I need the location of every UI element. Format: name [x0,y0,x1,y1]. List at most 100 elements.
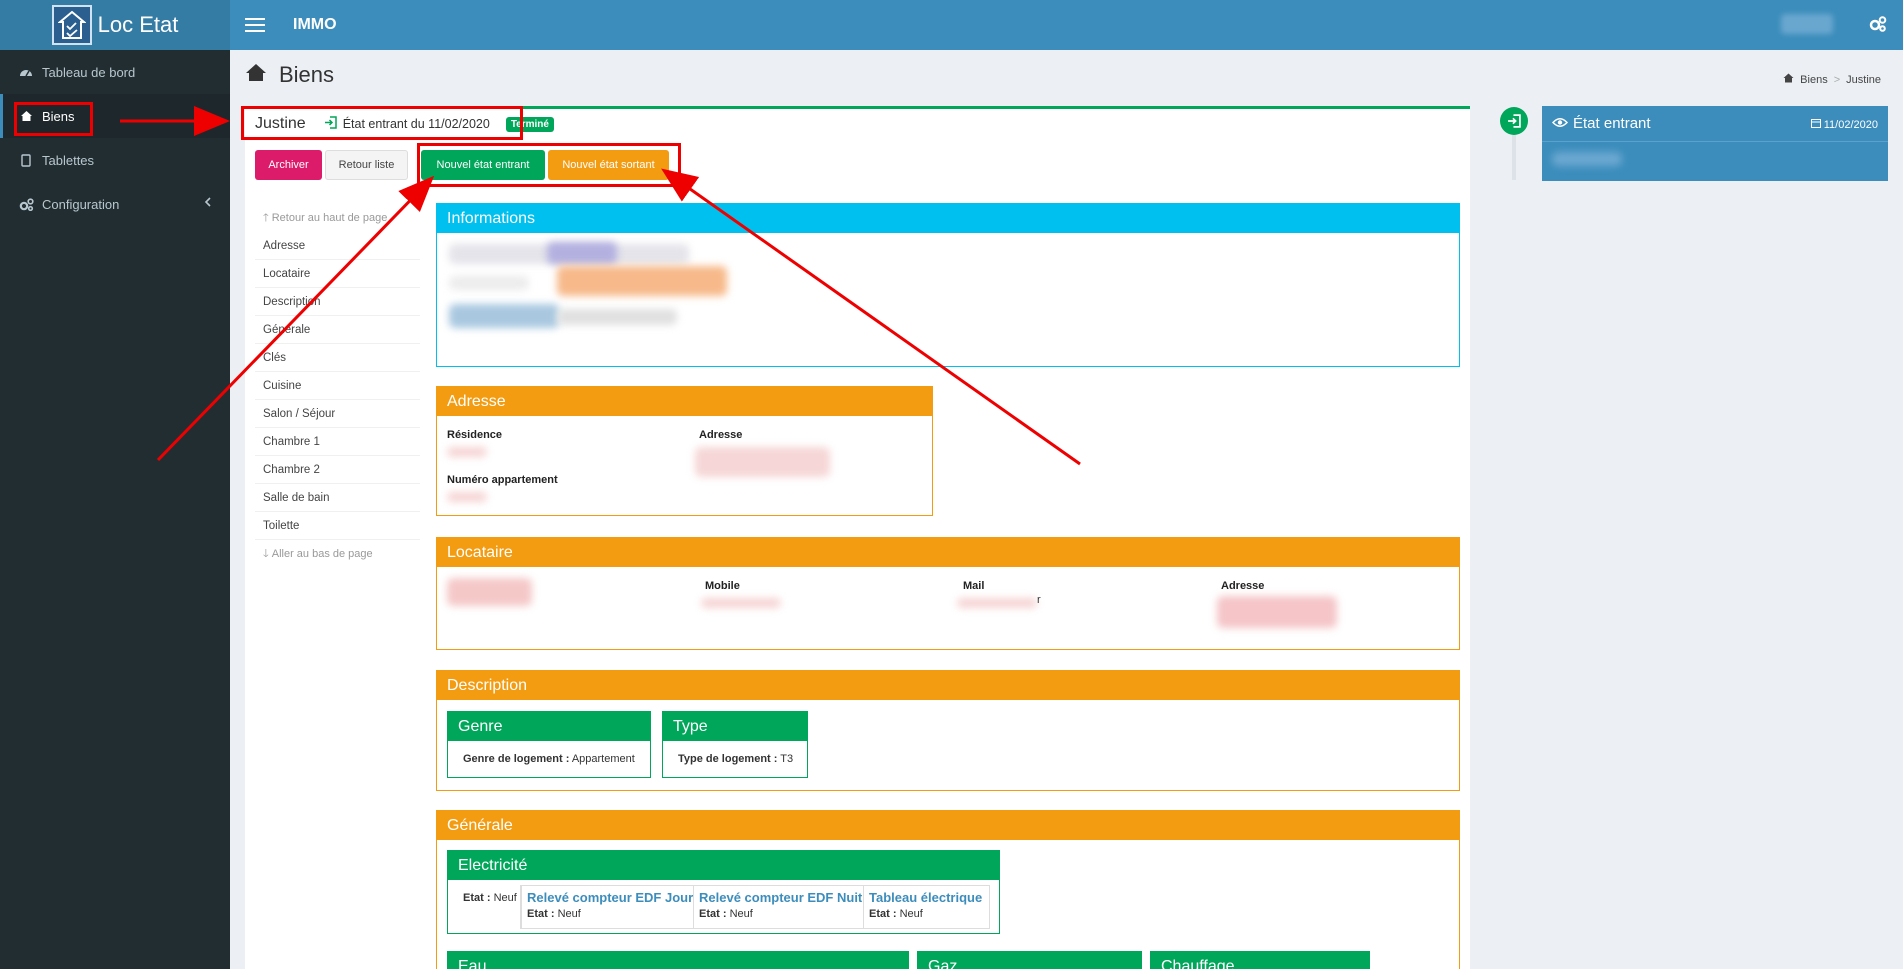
sidebar-item-biens[interactable]: Biens [0,94,230,138]
redacted-value [695,447,830,477]
etat-label: Etat : [463,892,491,904]
section-nav-item[interactable]: Clés [255,344,420,372]
etat-label: État entrant du 11/02/2020 [342,117,490,131]
redacted-text [557,309,677,325]
section-nav: 🡑 Retour au haut de page Adresse Locatai… [255,204,420,568]
sidebar-item-label: Tableau de bord [42,64,136,80]
numero-appartement-label: Numéro appartement [447,474,558,486]
type-value: T3 [780,753,794,765]
home-icon [18,108,34,124]
bien-detail-panel: Justine État entrant du 11/02/2020 Termi… [245,106,1470,969]
eau-title: Eau [448,952,908,969]
sidebar-item-label: Configuration [42,196,120,212]
redacted-badge [557,266,727,296]
mail-suffix: r [1037,594,1041,606]
section-nav-item[interactable]: Cuisine [255,372,420,400]
arrow-up-icon: 🡑 [263,211,269,224]
redacted-value [1217,596,1337,628]
sidebar-toggle-icon[interactable] [245,18,265,32]
mail-label: Mail [963,580,985,592]
genre-title: Genre [448,712,650,741]
type-label: Type de logement : [678,753,778,765]
logo-bar[interactable]: Loc Etat [0,0,230,50]
etat-value: Neuf [493,892,517,904]
generale-box: Générale Electricité Etat : Neuf Relevé … [436,810,1460,969]
releve-jour-etat: Etat : Neuf [527,908,581,920]
electricite-title: Electricité [448,851,999,880]
sign-in-icon [1500,107,1528,135]
cogs-icon[interactable] [1869,16,1887,35]
etat-value: Neuf [557,908,581,920]
section-nav-item[interactable]: Locataire [255,260,420,288]
timeline-card[interactable]: État entrant 11/02/2020 [1542,106,1888,181]
residence-label: Résidence [447,429,503,441]
generale-title: Générale [437,811,1459,840]
redacted-value [957,598,1037,608]
archive-button[interactable]: Archiver [255,150,322,180]
sign-in-icon [324,116,337,132]
etat-label: Etat : [869,908,897,920]
type-box: Type Type de logement : T3 [662,711,808,778]
logo-text: Loc Etat [97,12,179,37]
app-title: IMMO [293,16,337,33]
sidebar-item-tableau-de-bord[interactable]: Tableau de bord [0,50,230,94]
section-nav-item[interactable]: Chambre 2 [255,456,420,484]
top-navbar: IMMO [230,0,1903,50]
tableau-electrique-link[interactable]: Tableau électrique [869,890,982,905]
breadcrumb-link-biens[interactable]: Biens [1800,74,1828,86]
logo-house-icon [51,5,92,45]
sidebar-item-label: Tablettes [42,152,95,168]
etat-label: Etat : [527,908,555,920]
sidebar: Tableau de bord Biens Tablettes Configur… [0,50,230,969]
user-menu[interactable] [1781,14,1833,34]
eye-icon [1551,115,1569,132]
new-etat-sortant-button[interactable]: Nouvel état sortant [548,150,669,180]
section-nav-item[interactable]: Générale [255,316,420,344]
section-nav-item[interactable]: Chambre 1 [255,428,420,456]
section-nav-item[interactable]: Salon / Séjour [255,400,420,428]
sidebar-item-tablettes[interactable]: Tablettes [0,138,230,182]
go-to-bottom-label: Aller au bas de page [271,548,373,560]
tableau-electrique-etat: Etat : Neuf [869,908,923,920]
electricite-cell: Relevé compteur EDF Jour Etat : Neuf [521,886,693,928]
status-badge: Terminé [505,116,554,132]
informations-box: Informations [436,203,1460,367]
electricite-table: Relevé compteur EDF Jour Etat : Neuf Rel… [520,885,990,929]
redacted-value [701,598,781,608]
adresse-label: Adresse [699,429,743,441]
locataire-adresse-label: Adresse [1221,580,1265,592]
section-nav-item[interactable]: Toilette [255,512,420,540]
etat-value: Neuf [899,908,923,920]
releve-nuit-link[interactable]: Relevé compteur EDF Nuit [699,890,862,905]
back-to-top-link[interactable]: 🡑 Retour au haut de page [255,204,420,232]
timeline-date: 11/02/2020 [1810,118,1878,131]
eau-box: Eau [447,951,909,969]
redacted-text [1552,152,1622,166]
section-nav-item[interactable]: Salle de bain [255,484,420,512]
go-to-bottom-link[interactable]: 🡓 Aller au bas de page [255,540,420,568]
bien-name: Justine [255,115,306,132]
sidebar-item-configuration[interactable]: Configuration [0,182,230,226]
section-nav-item[interactable]: Description [255,288,420,316]
calendar-icon [1810,118,1821,131]
sidebar-item-label: Biens [42,108,75,124]
locataire-title: Locataire [437,538,1459,567]
releve-jour-link[interactable]: Relevé compteur EDF Jour [527,890,693,905]
etat-link[interactable]: État entrant du 11/02/2020 [324,116,490,132]
redacted-value [447,492,487,502]
redacted-value [447,578,532,606]
description-title: Description [437,671,1459,700]
genre-value: Appartement [571,753,635,765]
redacted-value [447,447,487,457]
cogs-icon [18,196,34,212]
locataire-box: Locataire Mobile Mail r Adresse [436,537,1460,650]
gaz-box: Gaz [917,951,1142,969]
genre-label: Genre de logement : [463,753,570,765]
section-nav-item[interactable]: Adresse [255,232,420,260]
etat-label: Etat : [699,908,727,920]
back-to-list-button[interactable]: Retour liste [325,150,408,180]
new-etat-entrant-button[interactable]: Nouvel état entrant [421,150,545,180]
mobile-label: Mobile [705,580,740,592]
tablet-icon [18,152,34,168]
etat-value: Neuf [729,908,753,920]
